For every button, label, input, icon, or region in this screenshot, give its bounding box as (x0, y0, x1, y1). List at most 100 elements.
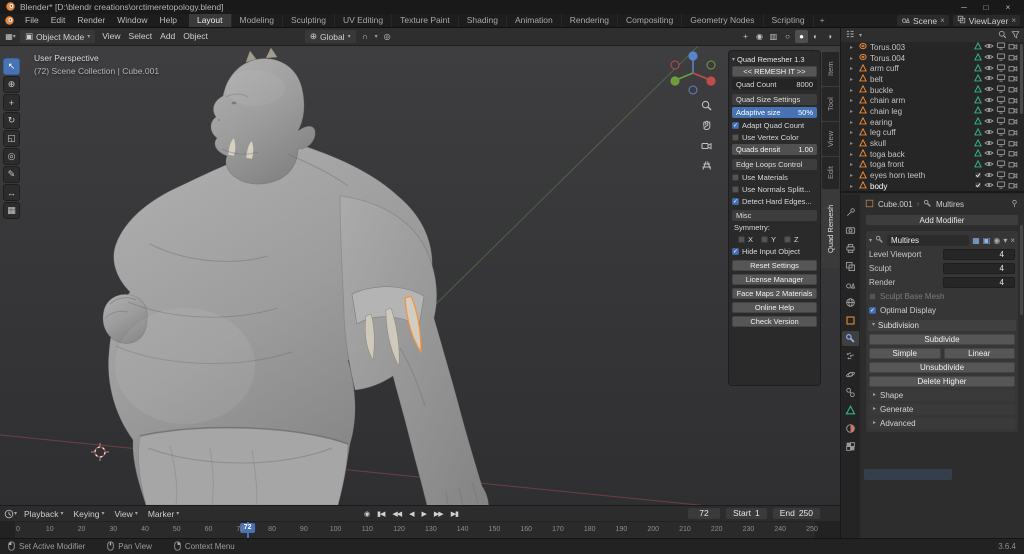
disable-in-renders-icon[interactable] (1008, 171, 1018, 181)
quad-count-field[interactable]: Quad Count 8000 (732, 79, 817, 90)
workspace-tab-shading[interactable]: Shading (459, 14, 507, 27)
timeline-menu-keying[interactable]: Keying ▾ (69, 509, 110, 519)
workspace-tab-layout[interactable]: Layout (188, 14, 232, 27)
3d-viewport[interactable]: User Perspective (72) Scene Collection |… (0, 46, 840, 505)
camera-view-icon[interactable] (701, 140, 712, 153)
quads-density-slider[interactable]: Quads densit 1.00 (732, 144, 817, 155)
disable-in-renders-icon[interactable] (1008, 149, 1018, 159)
menu-edit[interactable]: Edit (45, 14, 72, 27)
frame-end-field[interactable]: End 250 (772, 508, 820, 519)
outliner-scrollbar[interactable] (1020, 44, 1023, 114)
outliner-row-torus-004[interactable]: ▸ Torus.004 (841, 52, 1020, 64)
tool-measure[interactable]: ↔ (3, 184, 20, 201)
hide-in-viewport-eye-icon[interactable] (984, 96, 994, 106)
tool-annotate[interactable]: ✎ (3, 166, 20, 183)
gizmos-icon[interactable]: + (739, 30, 752, 43)
menu-file[interactable]: File (19, 14, 45, 27)
workspace-tab-scripting[interactable]: Scripting (764, 14, 814, 27)
disclosure-icon[interactable]: ▸ (850, 183, 856, 190)
disable-in-renders-icon[interactable] (1008, 74, 1018, 84)
filter-icon[interactable] (1011, 30, 1020, 41)
workspace-tab-uv-editing[interactable]: UV Editing (335, 14, 393, 27)
modifier-extras-icon[interactable]: ▾ (1003, 236, 1007, 245)
outliner-row-arm-cuff[interactable]: ▸ arm cuff (841, 63, 1020, 74)
outliner-row-chain-leg[interactable]: ▸ chain leg (841, 106, 1020, 117)
mesh-data-icon[interactable] (974, 42, 982, 52)
add-modifier-button[interactable]: Add Modifier (865, 214, 1019, 226)
disclosure-icon[interactable]: ▸ (850, 108, 856, 115)
viewport-menu-select[interactable]: Select (125, 30, 157, 43)
jump-to-end-button[interactable]: ▶▮ (449, 509, 460, 519)
modifier-close-icon[interactable]: × (1010, 236, 1015, 245)
outliner-editor-icon[interactable] (845, 29, 855, 41)
scene-selector[interactable]: Scene × (897, 15, 949, 26)
display-render-toggle-icon[interactable]: ◉ (993, 236, 1000, 245)
properties-tab-data[interactable] (842, 403, 859, 418)
delete-higher-button[interactable]: Delete Higher (869, 376, 1015, 387)
mesh-data-icon[interactable] (974, 74, 982, 84)
field-value-input[interactable]: 4 (943, 277, 1015, 288)
view-layer-selector[interactable]: ViewLayer × (952, 15, 1020, 26)
disable-in-viewports-icon[interactable] (996, 160, 1006, 170)
sidebar-tab-item[interactable]: Item (822, 52, 839, 86)
outliner-mode-dropdown-icon[interactable]: ▾ (859, 32, 862, 39)
maximize-button[interactable]: □ (975, 3, 997, 12)
menu-window[interactable]: Window (111, 14, 153, 27)
disable-in-renders-icon[interactable] (1008, 106, 1018, 116)
disclosure-icon[interactable]: ▸ (850, 119, 856, 126)
menu-help[interactable]: Help (153, 14, 182, 27)
field-value-input[interactable]: 4 (943, 263, 1015, 274)
hide-in-viewport-eye-icon[interactable] (984, 149, 994, 159)
properties-tab-render[interactable] (842, 223, 859, 238)
outliner-row-torus-003[interactable]: ▸ Torus.003 (841, 42, 1020, 53)
disclosure-icon[interactable]: ▸ (850, 161, 856, 168)
disclosure-icon[interactable]: ▸ (850, 151, 856, 158)
tool-move[interactable]: + (3, 94, 20, 111)
outliner-row-skull[interactable]: ▸ skull (841, 138, 1020, 149)
display-realtime-toggle-icon[interactable]: ▣ (983, 236, 991, 245)
disable-in-viewports-icon[interactable] (996, 171, 1006, 181)
disclosure-icon[interactable]: ▸ (850, 76, 856, 83)
properties-tab-material[interactable] (842, 421, 859, 436)
snap-magnet-icon[interactable]: ∩ (359, 30, 372, 43)
workspace-tab-compositing[interactable]: Compositing (618, 14, 683, 27)
viewport-menu-view[interactable]: View (98, 30, 124, 43)
breadcrumb-object[interactable]: Cube.001 (878, 200, 913, 209)
mesh-data-icon[interactable] (974, 116, 982, 127)
mesh-data-icon[interactable] (974, 149, 982, 159)
section-advanced[interactable]: ▸ Advanced (869, 418, 1015, 429)
disable-in-renders-icon[interactable] (1008, 128, 1018, 138)
timeline-menu-playback[interactable]: Playback ▾ (19, 509, 69, 519)
workspace-tab-sculpting[interactable]: Sculpting (283, 14, 335, 27)
section-edge-loops-control[interactable]: Edge Loops Control (732, 159, 817, 170)
workspace-tab-rendering[interactable]: Rendering (562, 14, 619, 27)
hide-in-viewport-eye-icon[interactable] (984, 74, 994, 84)
tool-transform[interactable]: ◎ (3, 148, 20, 165)
play-button[interactable]: ▶ (420, 509, 428, 519)
frame-start-field[interactable]: Start 1 (726, 508, 767, 519)
close-button[interactable]: × (997, 3, 1019, 12)
disable-in-viewports-icon[interactable] (996, 117, 1006, 127)
tool-tweak-select[interactable]: ↖ (3, 58, 20, 75)
properties-tab-physics[interactable] (842, 367, 859, 382)
properties-tab-view-layer[interactable] (842, 259, 859, 274)
unlink-scene-icon[interactable]: × (940, 16, 945, 25)
outliner-row-buckle[interactable]: ▸ buckle (841, 84, 1020, 96)
timeline-ruler[interactable]: 72 0 10 20 30 40 50 60 70 80 90 100 110 120 130 140 150… (0, 521, 840, 538)
optimal-display-checkbox[interactable]: ✓ Optimal Display (869, 305, 1015, 316)
overlays-icon[interactable]: ◉ (753, 30, 766, 43)
viewport-menu-object[interactable]: Object (179, 30, 212, 43)
remesh-it-button[interactable]: << REMESH IT >> (732, 66, 817, 77)
breadcrumb-modifier[interactable]: Multires (936, 200, 964, 209)
adapt-quad-count-checkbox[interactable]: ✓ Adapt Quad Count (732, 120, 817, 130)
proportional-editing-icon[interactable]: ◎ (381, 30, 394, 43)
disclosure-icon[interactable]: ▸ (850, 65, 856, 72)
tool-rotate[interactable]: ↻ (3, 112, 20, 129)
hide-in-viewport-eye-icon[interactable] (984, 106, 994, 116)
disable-in-renders-icon[interactable] (1008, 42, 1018, 52)
disable-in-renders-icon[interactable] (1008, 53, 1018, 63)
x-ray-icon[interactable]: ▥ (767, 30, 780, 43)
license-manager-button[interactable]: License Manager (732, 274, 817, 285)
selectability-checkbox-icon[interactable] (974, 170, 982, 181)
outliner-row-earing[interactable]: ▸ earing (841, 116, 1020, 128)
